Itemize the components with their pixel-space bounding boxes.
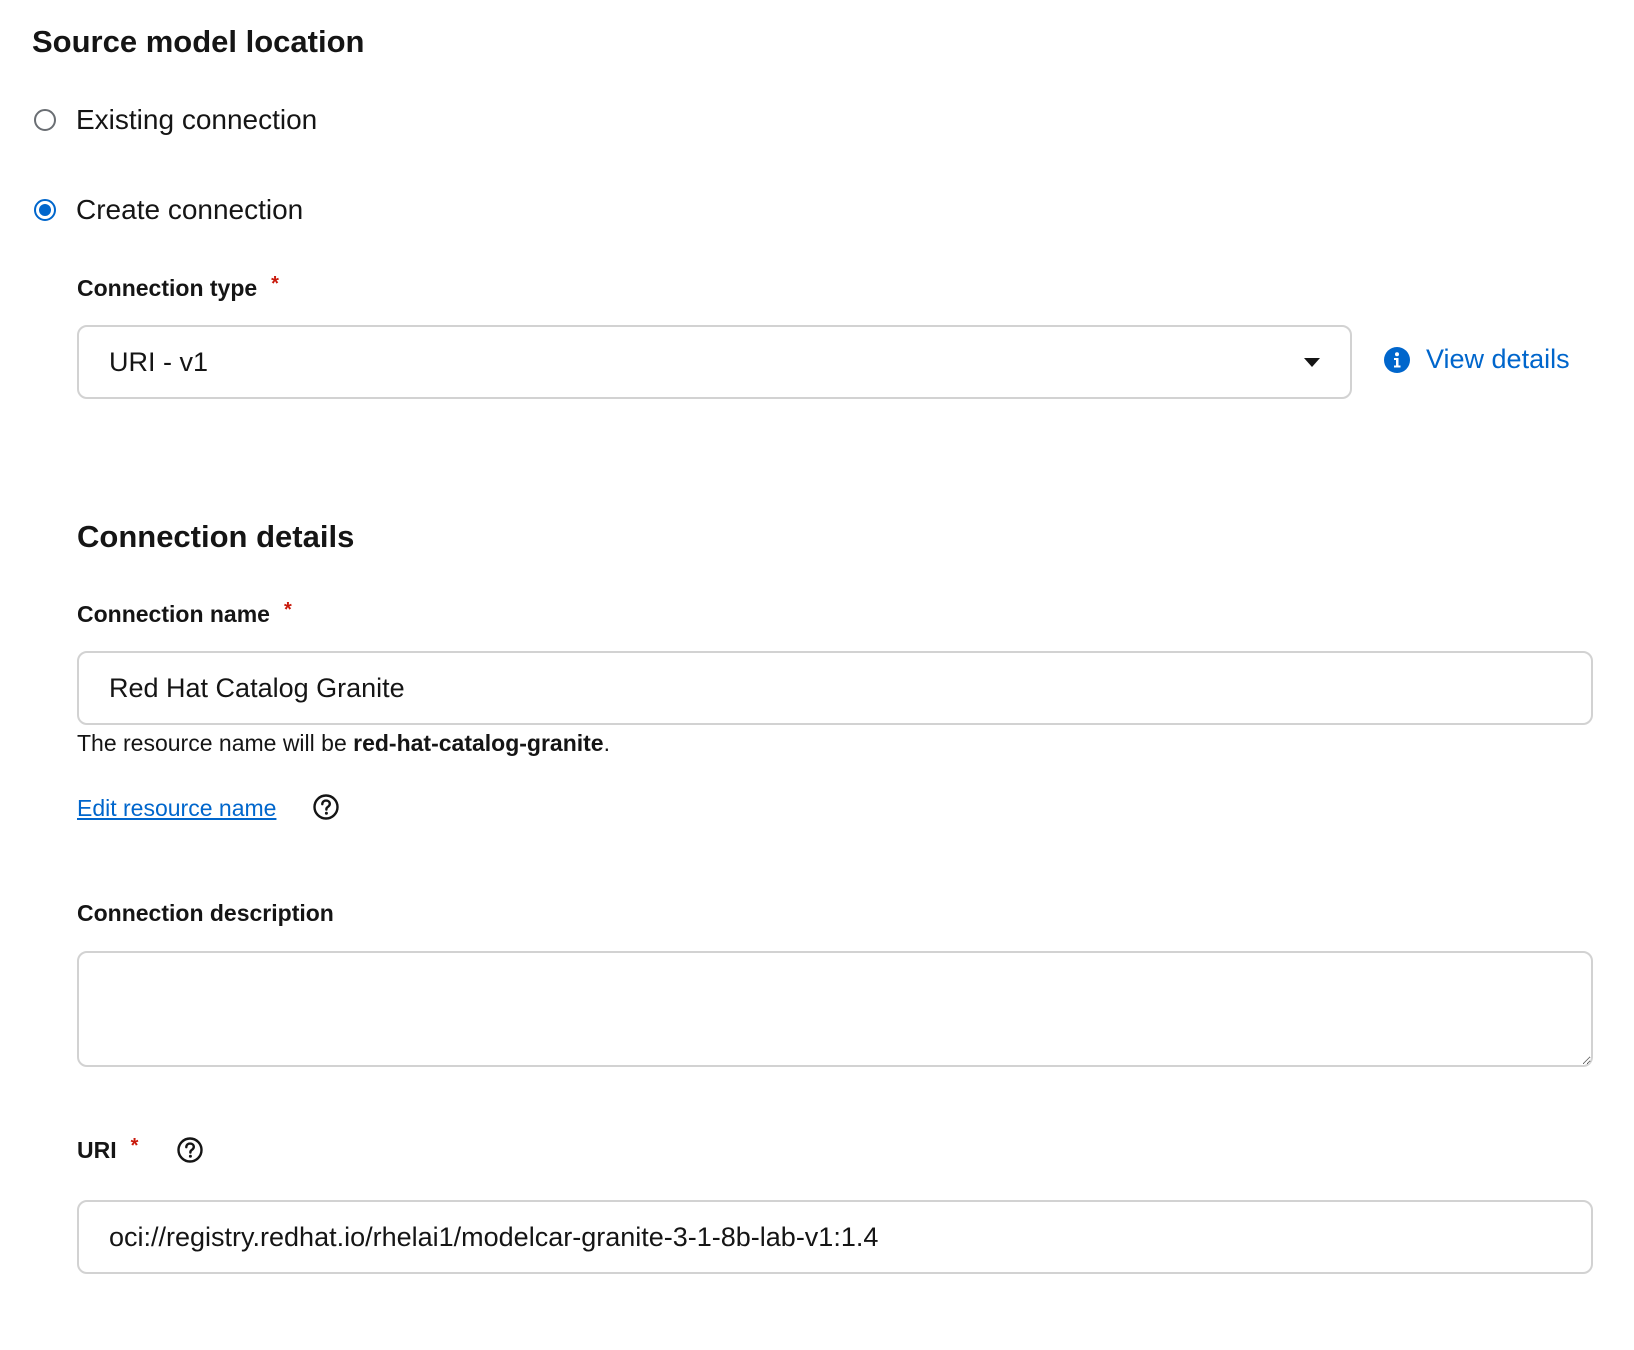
resource-name-helper: The resource name will be red-hat-catalo… [77, 730, 610, 757]
question-circle-icon[interactable] [313, 794, 339, 820]
radio-existing-label: Existing connection [76, 104, 318, 135]
connection-description-label-text: Connection description [77, 900, 334, 926]
helper-suffix: . [603, 730, 610, 756]
uri-label: URI * [77, 1135, 139, 1164]
required-asterisk: * [283, 599, 292, 621]
connection-type-label: Connection type * [77, 273, 279, 302]
connection-type-selected: URI - v1 [109, 346, 209, 377]
connection-description-label: Connection description [77, 900, 334, 927]
radio-create-connection[interactable]: Create connection [34, 194, 303, 226]
caret-down-icon [1304, 357, 1320, 367]
connection-type-select[interactable]: URI - v1 [77, 325, 1352, 399]
section-title: Source model location [32, 24, 365, 59]
view-details-link[interactable]: View details [1384, 344, 1570, 375]
helper-prefix: The resource name will be [77, 730, 354, 756]
question-circle-icon[interactable] [177, 1137, 203, 1163]
connection-name-label: Connection name * [77, 599, 292, 628]
connection-name-label-text: Connection name [77, 601, 270, 627]
radio-circle-checked[interactable] [34, 199, 56, 221]
radio-existing-connection[interactable]: Existing connection [34, 104, 317, 136]
uri-label-text: URI [77, 1137, 117, 1163]
view-details-text: View details [1426, 344, 1570, 374]
connection-type-label-text: Connection type [77, 275, 258, 301]
radio-create-label: Create connection [76, 194, 304, 225]
uri-input[interactable] [77, 1200, 1593, 1274]
edit-resource-name-link[interactable]: Edit resource name [77, 795, 276, 822]
connection-name-input[interactable] [77, 651, 1593, 725]
connection-details-title: Connection details [77, 519, 355, 554]
connection-description-textarea[interactable] [77, 951, 1593, 1067]
required-asterisk: * [271, 273, 279, 295]
radio-circle-unchecked[interactable] [34, 109, 56, 131]
info-circle-icon [1384, 346, 1410, 373]
resource-name-value: red-hat-catalog-granite [353, 730, 604, 756]
required-asterisk: * [130, 1135, 139, 1157]
